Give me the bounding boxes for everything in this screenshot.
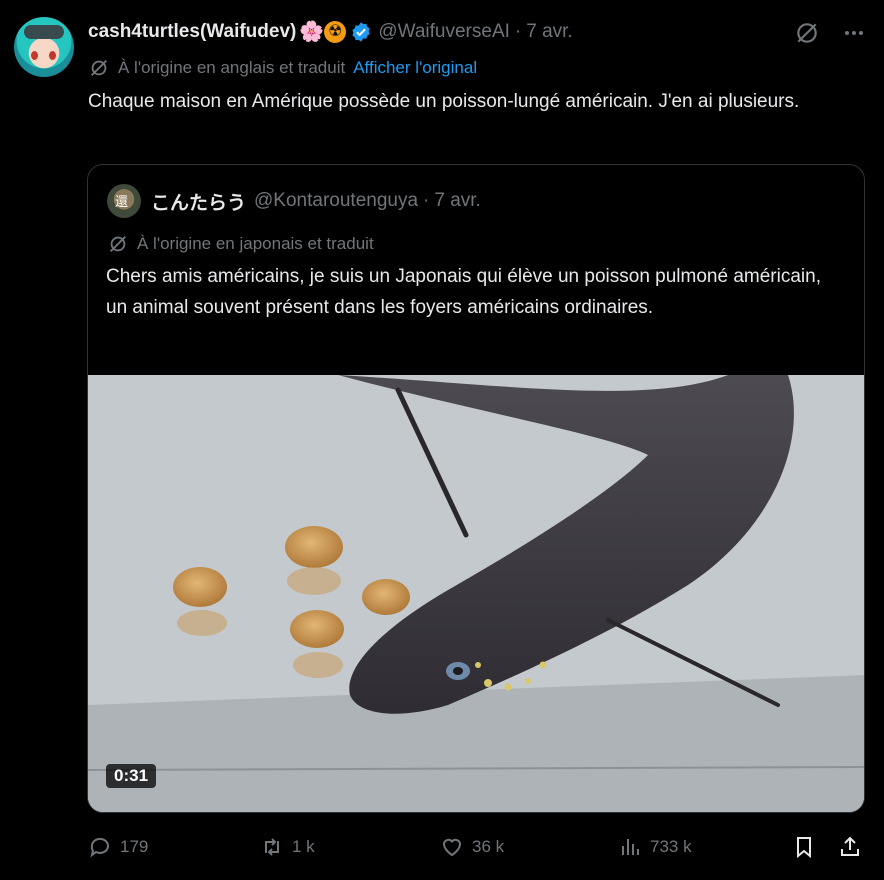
repost-icon [265, 838, 279, 856]
reply-icon [90, 837, 109, 858]
more-options-icon[interactable] [842, 21, 866, 45]
views-chart-icon [622, 839, 639, 855]
quoted-avatar-glyph: 還 [115, 194, 129, 209]
reply-button[interactable]: 179 [88, 832, 148, 862]
bookmark-icon [797, 837, 811, 859]
video-player[interactable]: 0:31 [88, 375, 864, 812]
avatar-goggles [24, 25, 64, 39]
author-handle[interactable]: @WaifuverseAI [378, 21, 510, 43]
views-button[interactable]: 733 k [618, 832, 692, 862]
separator-dot: · [514, 21, 522, 42]
like-count: 36 k [472, 837, 505, 856]
translate-icon [110, 236, 126, 252]
quoted-handle[interactable]: @Kontaroutenguya [254, 190, 418, 212]
quoted-translation-row: À l'origine en japonais et traduit [107, 232, 374, 256]
avatar-eye-left [31, 51, 38, 60]
show-original-link[interactable]: Afficher l'original [353, 58, 477, 78]
quoted-tweet[interactable]: 還 こんたらう @Kontaroutenguya · 7 avr. À l'or… [87, 164, 865, 813]
grok-icon[interactable] [794, 20, 820, 46]
share-icon [841, 836, 859, 856]
bookmark-button[interactable] [792, 832, 824, 862]
tweet-top-actions [794, 20, 866, 46]
quoted-author-avatar[interactable]: 還 [107, 184, 141, 218]
quoted-separator-dot: · [423, 190, 430, 211]
quoted-date[interactable]: 7 avr. [434, 190, 480, 212]
tweet-action-bar: 179 1 k 36 k 733 k [88, 832, 868, 862]
share-button[interactable] [838, 832, 870, 862]
repost-count: 1 k [292, 837, 315, 856]
like-button[interactable]: 36 k [440, 832, 504, 862]
repost-button[interactable]: 1 k [260, 832, 315, 862]
tweet-date[interactable]: 7 avr. [526, 21, 572, 43]
heart-icon [442, 838, 462, 857]
tweet-text: Chaque maison en Amérique possède un poi… [88, 91, 800, 112]
quoted-header: 還 こんたらう @Kontaroutenguya · 7 avr. [107, 184, 481, 218]
quoted-text: Chers amis américains, je suis un Japona… [106, 266, 821, 318]
radioactive-emoji: ☢ [324, 21, 347, 43]
lungfish-video-frame [88, 375, 864, 812]
views-count: 733 k [650, 837, 692, 856]
quoted-display-name[interactable]: こんたらう [151, 188, 246, 215]
avatar-eye-right [49, 51, 56, 60]
quoted-translation-note: À l'origine en japonais et traduit [137, 234, 374, 253]
author-avatar[interactable] [14, 17, 74, 77]
reply-count: 179 [120, 837, 149, 856]
translation-note: À l'origine en anglais et traduit [118, 58, 346, 77]
translation-row: À l'origine en anglais et traduit Affich… [88, 56, 477, 80]
tweet-header: cash4turtles(Waifudev) 🌸 ☢ @WaifuverseAI… [88, 18, 573, 46]
video-duration: 0:31 [106, 764, 157, 788]
translate-icon [91, 60, 107, 76]
verified-badge-icon[interactable] [350, 21, 372, 43]
author-display-name[interactable]: cash4turtles(Waifudev) [88, 21, 296, 43]
cherry-blossom-emoji: 🌸 [299, 21, 325, 43]
